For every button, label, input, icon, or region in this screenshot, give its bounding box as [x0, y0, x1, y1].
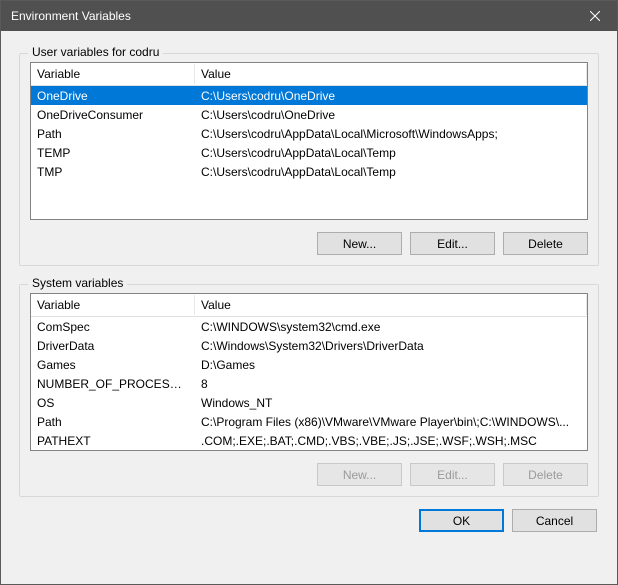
- cell-value: C:\Users\codru\AppData\Local\Microsoft\W…: [195, 126, 587, 142]
- system-delete-button[interactable]: Delete: [503, 463, 588, 486]
- cell-variable: Games: [31, 357, 195, 373]
- table-row[interactable]: PathC:\Users\codru\AppData\Local\Microso…: [31, 124, 587, 143]
- table-row[interactable]: ComSpecC:\WINDOWS\system32\cmd.exe: [31, 317, 587, 336]
- cell-variable: PATHEXT: [31, 433, 195, 449]
- cell-value: .COM;.EXE;.BAT;.CMD;.VBS;.VBE;.JS;.JSE;.…: [195, 433, 587, 449]
- cell-variable: TMP: [31, 164, 195, 180]
- window-title: Environment Variables: [11, 9, 572, 23]
- system-variables-group: System variables Variable Value ComSpecC…: [19, 284, 599, 497]
- table-row[interactable]: TEMPC:\Users\codru\AppData\Local\Temp: [31, 143, 587, 162]
- system-edit-button[interactable]: Edit...: [410, 463, 495, 486]
- table-header: Variable Value: [31, 294, 587, 317]
- user-buttons: New... Edit... Delete: [30, 232, 588, 255]
- user-variables-table[interactable]: Variable Value OneDriveC:\Users\codru\On…: [30, 62, 588, 220]
- cell-variable: Path: [31, 414, 195, 430]
- table-row[interactable]: OneDriveC:\Users\codru\OneDrive: [31, 86, 587, 105]
- cell-value: C:\Users\codru\OneDrive: [195, 88, 587, 104]
- table-row[interactable]: PATHEXT.COM;.EXE;.BAT;.CMD;.VBS;.VBE;.JS…: [31, 431, 587, 450]
- cell-value: 8: [195, 376, 587, 392]
- cell-variable: ComSpec: [31, 319, 195, 335]
- cell-value: C:\Users\codru\OneDrive: [195, 107, 587, 123]
- table-row[interactable]: GamesD:\Games: [31, 355, 587, 374]
- system-new-button[interactable]: New...: [317, 463, 402, 486]
- environment-variables-dialog: Environment Variables User variables for…: [0, 0, 618, 585]
- table-row[interactable]: OneDriveConsumerC:\Users\codru\OneDrive: [31, 105, 587, 124]
- close-button[interactable]: [572, 1, 617, 31]
- cell-value: Windows_NT: [195, 395, 587, 411]
- cell-value: C:\Windows\System32\Drivers\DriverData: [195, 338, 587, 354]
- cell-variable: Path: [31, 126, 195, 142]
- user-new-button[interactable]: New...: [317, 232, 402, 255]
- cell-value: C:\WINDOWS\system32\cmd.exe: [195, 319, 587, 335]
- cell-value: C:\Users\codru\AppData\Local\Temp: [195, 145, 587, 161]
- user-variables-label: User variables for codru: [28, 45, 163, 59]
- cell-variable: TEMP: [31, 145, 195, 161]
- user-edit-button[interactable]: Edit...: [410, 232, 495, 255]
- titlebar: Environment Variables: [1, 1, 617, 31]
- dialog-content: User variables for codru Variable Value …: [1, 31, 617, 584]
- ok-button[interactable]: OK: [419, 509, 504, 532]
- cell-variable: OS: [31, 395, 195, 411]
- cell-variable: OneDrive: [31, 88, 195, 104]
- cell-variable: DriverData: [31, 338, 195, 354]
- column-value[interactable]: Value: [195, 64, 587, 84]
- column-value[interactable]: Value: [195, 295, 587, 315]
- system-variables-label: System variables: [28, 276, 127, 290]
- cell-value: C:\Users\codru\AppData\Local\Temp: [195, 164, 587, 180]
- cell-value: D:\Games: [195, 357, 587, 373]
- table-row[interactable]: NUMBER_OF_PROCESSORS8: [31, 374, 587, 393]
- cell-value: C:\Program Files (x86)\VMware\VMware Pla…: [195, 414, 587, 430]
- user-variables-group: User variables for codru Variable Value …: [19, 53, 599, 266]
- dialog-buttons: OK Cancel: [19, 497, 599, 532]
- system-variables-table[interactable]: Variable Value ComSpecC:\WINDOWS\system3…: [30, 293, 588, 451]
- close-icon: [590, 11, 600, 21]
- column-variable[interactable]: Variable: [31, 64, 195, 84]
- table-header: Variable Value: [31, 63, 587, 86]
- table-row[interactable]: PathC:\Program Files (x86)\VMware\VMware…: [31, 412, 587, 431]
- table-row[interactable]: TMPC:\Users\codru\AppData\Local\Temp: [31, 162, 587, 181]
- table-row[interactable]: OSWindows_NT: [31, 393, 587, 412]
- user-delete-button[interactable]: Delete: [503, 232, 588, 255]
- table-row[interactable]: DriverDataC:\Windows\System32\Drivers\Dr…: [31, 336, 587, 355]
- cell-variable: NUMBER_OF_PROCESSORS: [31, 376, 195, 392]
- cancel-button[interactable]: Cancel: [512, 509, 597, 532]
- column-variable[interactable]: Variable: [31, 295, 195, 315]
- cell-variable: OneDriveConsumer: [31, 107, 195, 123]
- system-buttons: New... Edit... Delete: [30, 463, 588, 486]
